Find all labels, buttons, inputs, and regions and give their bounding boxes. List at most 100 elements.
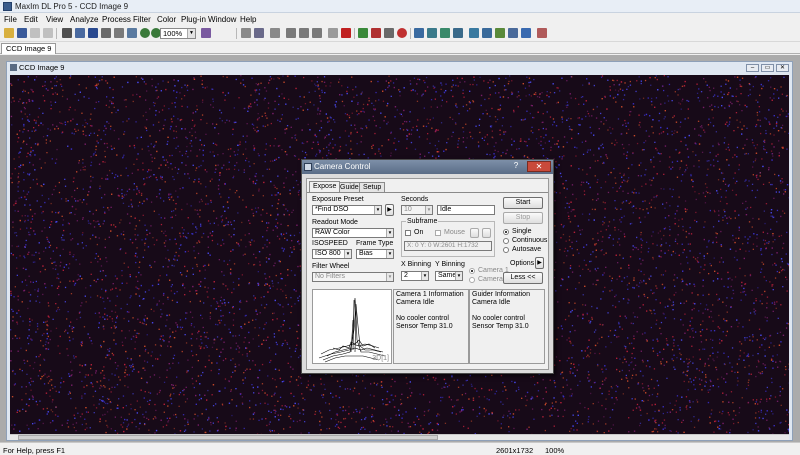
graph-icon[interactable]: [469, 28, 479, 38]
bloom-icon[interactable]: [537, 28, 547, 38]
dialog-close-button[interactable]: ✕: [527, 161, 551, 172]
y-binning-select[interactable]: Same ▼: [435, 271, 463, 281]
seconds-input[interactable]: 10 ▼: [401, 205, 433, 215]
camera-control-icon[interactable]: [414, 28, 424, 38]
graph-label: 3D[1]: [372, 355, 389, 362]
restore-button[interactable]: ▭: [761, 64, 774, 72]
undo-icon[interactable]: [30, 28, 40, 38]
chevron-down-icon: ▼: [374, 206, 381, 214]
exposure-preset-value: *Find DSO: [315, 206, 349, 213]
menu-edit[interactable]: Edit: [24, 15, 38, 24]
subframe-coords-field: X: 0 Y: 0 W:2601 H:1732: [404, 241, 492, 251]
camera1-info-panel: Camera 1 Information Camera Idle No cool…: [393, 289, 469, 364]
help-pointer-icon[interactable]: [201, 28, 211, 38]
autosave-label: Autosave: [512, 246, 542, 253]
start-button[interactable]: Start: [503, 197, 543, 209]
menu-filter[interactable]: Filter: [133, 15, 151, 24]
menu-color[interactable]: Color: [157, 15, 176, 24]
filter-wheel-select[interactable]: No Filters ▼: [312, 272, 394, 282]
subframe-reset-icon[interactable]: [482, 228, 491, 238]
menu-analyze[interactable]: Analyze: [70, 15, 98, 24]
chevron-down-icon: ▼: [386, 250, 393, 258]
seconds-label: Seconds: [401, 196, 429, 203]
pan-icon[interactable]: [101, 28, 111, 38]
guider-info-line: Sensor Temp 31.0: [472, 323, 529, 330]
image-window-icon: [10, 64, 17, 71]
stop-button[interactable]: Stop: [503, 212, 543, 224]
options-menu-button[interactable]: ▶: [535, 257, 544, 269]
calibrate-icon[interactable]: [384, 28, 394, 38]
tab-setup[interactable]: Setup: [359, 182, 386, 192]
subframe-mouse-checkbox[interactable]: [435, 230, 441, 236]
guider-info-panel: Guider Information Camera Idle No cooler…: [469, 289, 545, 364]
readout-mode-select[interactable]: RAW Color ▼: [312, 228, 394, 238]
minimize-button[interactable]: –: [746, 64, 759, 72]
line-profile-icon[interactable]: [521, 28, 531, 38]
copy-icon[interactable]: [328, 28, 338, 38]
pointer-icon[interactable]: [88, 28, 98, 38]
seconds-value: 10: [404, 206, 412, 213]
single-radio[interactable]: [503, 229, 509, 235]
y-binning-value: Same: [438, 272, 457, 279]
dialog-title-bar[interactable]: Camera Control ? ✕: [302, 160, 553, 174]
app-icon: [3, 2, 12, 11]
app-title: MaxIm DL Pro 5 - CCD Image 9: [15, 2, 129, 11]
tab-ccd-image-9[interactable]: CCD Image 9: [1, 43, 57, 54]
x-binning-select[interactable]: 2 ▼: [401, 271, 429, 281]
crop-icon[interactable]: [114, 28, 124, 38]
stop-icon[interactable]: [397, 28, 407, 38]
camera1-radio[interactable]: [469, 268, 475, 274]
measure-icon[interactable]: [508, 28, 518, 38]
menu-help[interactable]: Help: [240, 15, 256, 24]
horizontal-scrollbar[interactable]: [10, 434, 789, 440]
frame-type-select[interactable]: Bias ▼: [356, 249, 394, 259]
menu-window[interactable]: Window: [208, 15, 236, 24]
camera-icon[interactable]: [75, 28, 85, 38]
flip-icon[interactable]: [286, 28, 296, 38]
less-button[interactable]: Less <<: [503, 272, 543, 284]
x-binning-label: X Binning: [401, 261, 431, 268]
scrollbar-thumb[interactable]: [18, 435, 438, 440]
status-zoom: 100%: [545, 446, 565, 455]
preset-menu-button[interactable]: ▶: [385, 204, 394, 216]
help-button[interactable]: ?: [506, 161, 526, 172]
continuous-label: Continuous: [512, 237, 548, 244]
graph-panel: 3D[1]: [312, 289, 392, 364]
close-button[interactable]: ✕: [776, 64, 789, 72]
zoom-in-icon[interactable]: [140, 28, 150, 38]
menu-file[interactable]: File: [4, 15, 17, 24]
image-window-icon[interactable]: [62, 28, 72, 38]
open-icon[interactable]: [4, 28, 14, 38]
tab-expose[interactable]: Expose: [309, 181, 341, 192]
exposure-preset-select[interactable]: *Find DSO ▼: [312, 205, 382, 215]
select-icon[interactable]: [127, 28, 137, 38]
camera1-info-line: Camera Idle: [396, 299, 435, 306]
crosshair-icon[interactable]: [341, 28, 351, 38]
menu-process[interactable]: Process: [102, 15, 131, 24]
telescope-icon[interactable]: [427, 28, 437, 38]
observatory-icon[interactable]: [440, 28, 450, 38]
autosave-radio[interactable]: [503, 247, 509, 253]
align-icon[interactable]: [358, 28, 368, 38]
magnitude-icon[interactable]: [482, 28, 492, 38]
redo-icon[interactable]: [43, 28, 53, 38]
isospeed-select[interactable]: ISO 800 ▼: [312, 249, 352, 259]
information-icon[interactable]: [254, 28, 264, 38]
resize-icon[interactable]: [312, 28, 322, 38]
stack-icon[interactable]: [371, 28, 381, 38]
continuous-radio[interactable]: [503, 238, 509, 244]
3d-profile-graph: [318, 297, 386, 363]
camera2-radio[interactable]: [469, 277, 475, 283]
subframe-select-icon[interactable]: [470, 228, 479, 238]
photometry-icon[interactable]: [495, 28, 505, 38]
histogram-icon[interactable]: [270, 28, 280, 38]
menu-view[interactable]: View: [46, 15, 63, 24]
zoom-select[interactable]: 100% ▼: [160, 28, 196, 39]
screen-stretch-icon[interactable]: [241, 28, 251, 38]
subframe-on-checkbox[interactable]: [405, 230, 411, 236]
save-icon[interactable]: [17, 28, 27, 38]
menu-plugin[interactable]: Plug-in: [181, 15, 206, 24]
focus-icon[interactable]: [453, 28, 463, 38]
rotate-icon[interactable]: [299, 28, 309, 38]
filter-wheel-value: No Filters: [315, 273, 345, 280]
